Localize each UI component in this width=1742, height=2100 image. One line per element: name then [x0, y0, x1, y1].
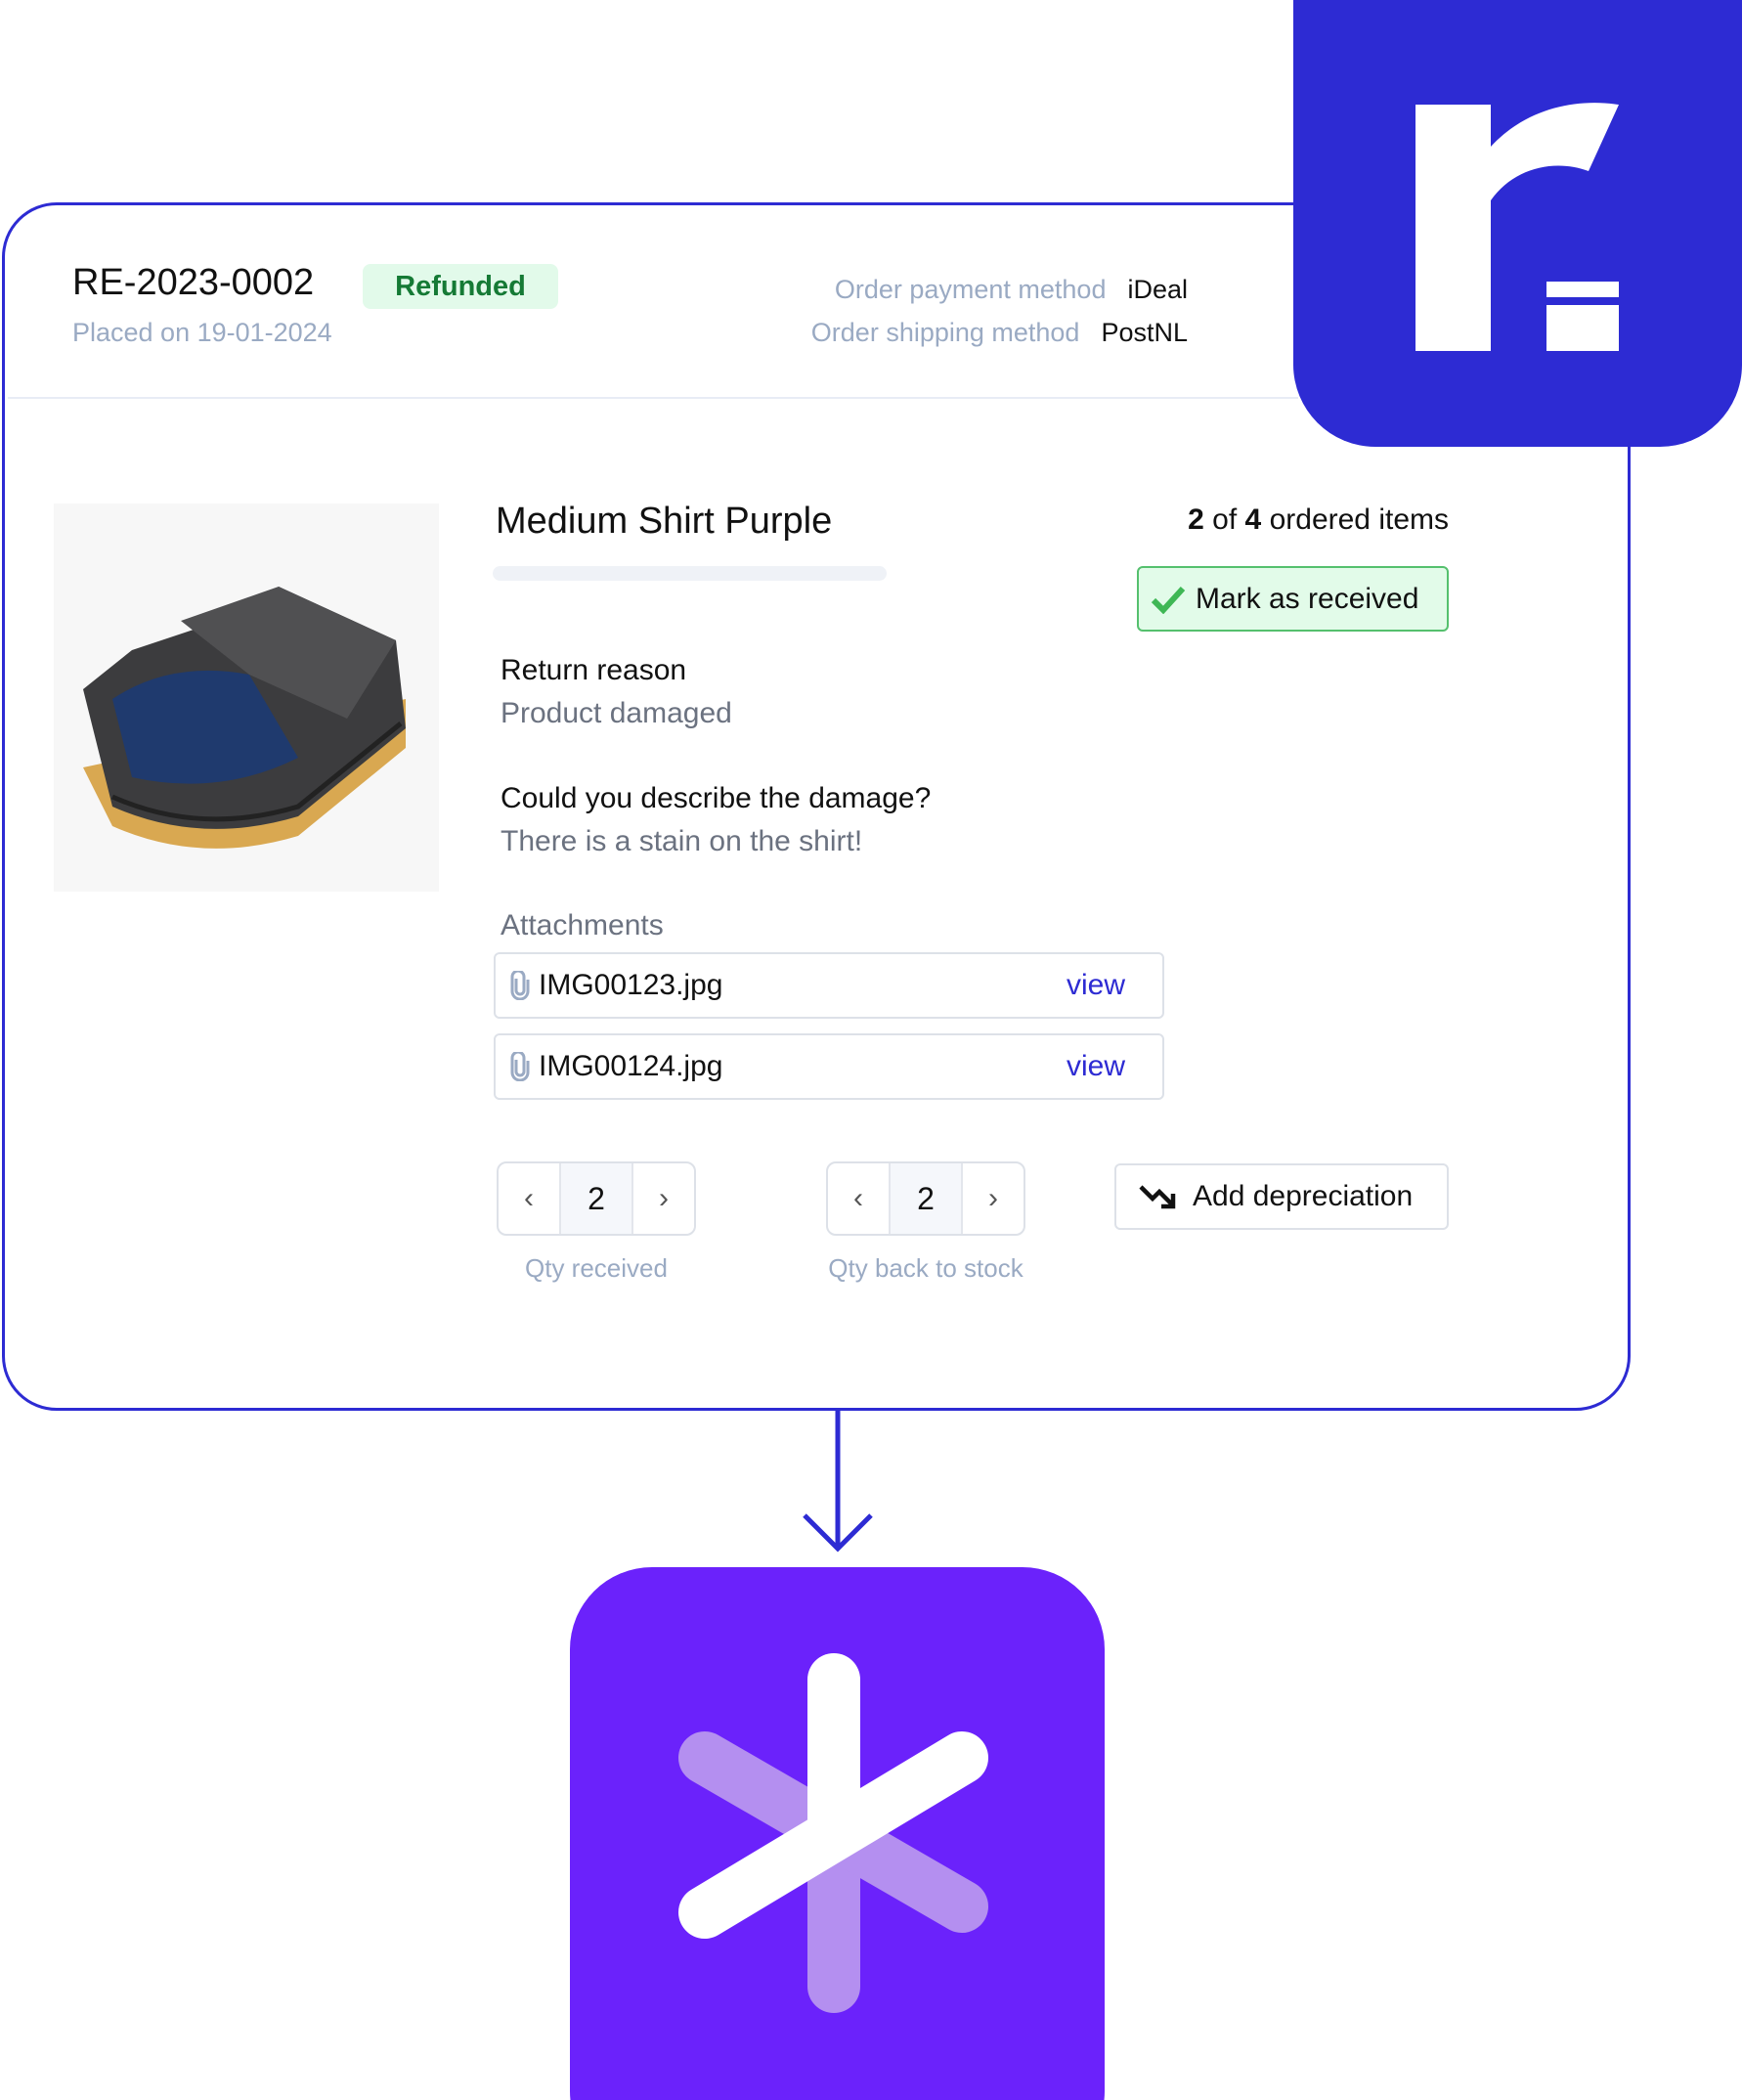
item-title: Medium Shirt Purple [496, 501, 833, 542]
return-id: RE-2023-0002 [72, 262, 315, 303]
payment-value: iDeal [1127, 275, 1188, 304]
increment-button[interactable]: › [633, 1163, 694, 1234]
attachment-row: IMG00124.jpg view [494, 1033, 1164, 1100]
qty-received-label: Qty received [525, 1253, 668, 1283]
chevron-left-icon: ‹ [853, 1182, 863, 1214]
status-badge: Refunded [363, 264, 558, 309]
return-reason-label: Return reason [501, 654, 687, 686]
add-depreciation-button[interactable]: Add depreciation [1114, 1163, 1449, 1230]
shipping-value: PostNL [1101, 318, 1188, 347]
count-of: of [1212, 503, 1238, 536]
decrement-button[interactable]: ‹ [499, 1163, 559, 1234]
shipping-method: Order shipping method PostNL [811, 318, 1188, 348]
header-divider [8, 397, 1298, 399]
placed-on: Placed on 19-01-2024 [72, 318, 332, 347]
arrow-down-icon [803, 1408, 873, 1553]
chevron-right-icon: › [659, 1182, 669, 1214]
question-label: Could you describe the damage? [501, 782, 932, 814]
check-icon [1151, 586, 1186, 614]
ordered-items-count: 2 of 4 ordered items [1188, 503, 1449, 537]
return-reason-value: Product damaged [501, 697, 732, 729]
received-count: 2 [1188, 503, 1204, 536]
decrement-button[interactable]: ‹ [828, 1163, 889, 1234]
paperclip-icon [510, 1052, 530, 1081]
chevron-right-icon: › [988, 1182, 998, 1214]
qty-back-to-stock-stepper: ‹ 2 › [826, 1161, 1025, 1236]
shipping-label: Order shipping method [810, 318, 1080, 347]
attachment-name: IMG00123.jpg [539, 969, 723, 1001]
trend-down-icon [1139, 1185, 1176, 1209]
view-attachment-link[interactable]: view [1067, 969, 1125, 1002]
mark-as-received-button[interactable]: Mark as received [1137, 566, 1449, 632]
total-count: 4 [1244, 503, 1262, 536]
mark-as-received-label: Mark as received [1196, 582, 1419, 615]
question-answer: There is a stain on the shirt! [501, 825, 863, 857]
count-suffix: ordered items [1269, 503, 1449, 536]
product-image [54, 503, 439, 892]
payment-method: Order payment method iDeal [835, 275, 1188, 305]
attachment-row: IMG00123.jpg view [494, 952, 1164, 1019]
attachments-label: Attachments [501, 909, 664, 941]
qty-received-value[interactable]: 2 [559, 1163, 633, 1234]
qty-received-stepper: ‹ 2 › [497, 1161, 696, 1236]
qty-back-to-stock-label: Qty back to stock [828, 1253, 1023, 1283]
paperclip-icon [510, 971, 530, 1000]
increment-button[interactable]: › [963, 1163, 1023, 1234]
payment-label: Order payment method [834, 275, 1107, 304]
attachment-name: IMG00124.jpg [539, 1050, 723, 1082]
qty-back-to-stock-value[interactable]: 2 [889, 1163, 963, 1234]
asterisk-logo [570, 1567, 1105, 2100]
chevron-left-icon: ‹ [524, 1182, 534, 1214]
add-depreciation-label: Add depreciation [1193, 1180, 1414, 1212]
placeholder-bar [493, 566, 887, 581]
view-attachment-link[interactable]: view [1067, 1050, 1125, 1083]
